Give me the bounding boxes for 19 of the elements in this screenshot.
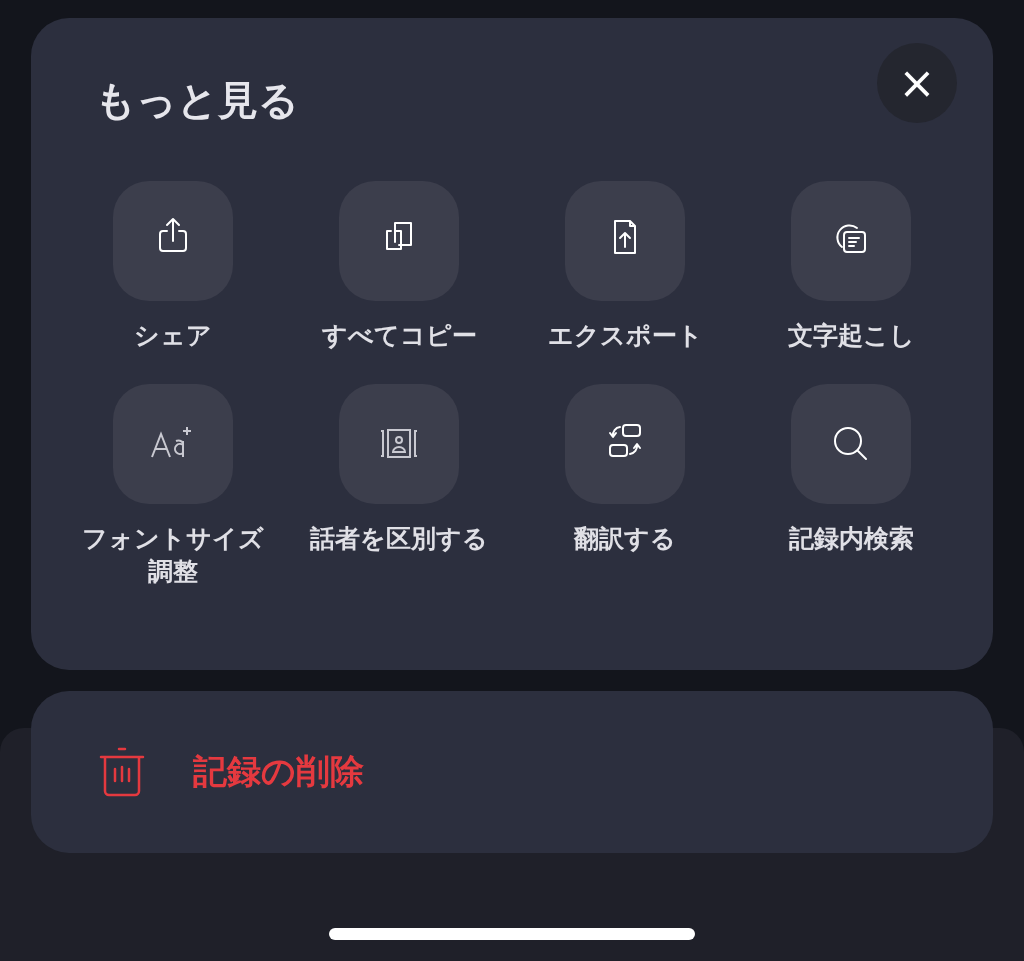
sheet-title: もっと見る xyxy=(95,76,299,125)
action-tile[interactable] xyxy=(339,181,459,301)
close-button[interactable]: × xyxy=(877,43,957,123)
action-label[interactable]: すべてコピー xyxy=(304,319,494,352)
action-label[interactable]: フォントサイズ調整 xyxy=(78,522,268,588)
action-tile[interactable] xyxy=(565,384,685,504)
action-label[interactable]: シェア xyxy=(78,319,268,352)
action-tile[interactable] xyxy=(113,181,233,301)
action-label[interactable]: 翻訳する xyxy=(530,522,720,555)
action-label[interactable]: 文字起こし xyxy=(756,319,946,352)
action-tile[interactable] xyxy=(113,384,233,504)
action-label[interactable]: 記録内検索 xyxy=(756,522,946,555)
action-tile[interactable] xyxy=(565,181,685,301)
action-tile[interactable] xyxy=(339,384,459,504)
action-tile[interactable] xyxy=(791,181,911,301)
trash-icon xyxy=(99,747,145,797)
action-label[interactable]: エクスポート xyxy=(530,319,720,352)
action-label[interactable]: 話者を区別する xyxy=(304,522,494,555)
action-tile[interactable] xyxy=(791,384,911,504)
